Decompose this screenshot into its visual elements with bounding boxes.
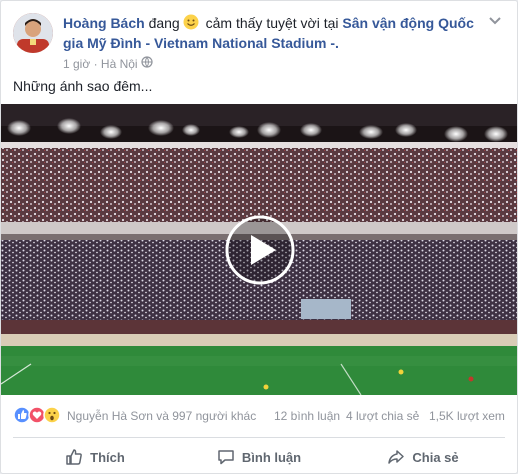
play-icon[interactable] (224, 214, 296, 286)
post-card: Hoàng Bách đang cảm thấy tuyệt vời tại S… (0, 0, 518, 474)
post-header: Hoàng Bách đang cảm thấy tuyệt vời tại S… (13, 11, 505, 72)
share-icon (388, 450, 405, 464)
post-actions: Thích Bình luận Chia sẻ (13, 441, 505, 473)
post-location[interactable]: Hà Nội (101, 57, 138, 71)
shares-count[interactable]: 4 lượt chia sẻ (346, 409, 419, 423)
reactors-text[interactable]: Nguyễn Hà Sơn và 997 người khác (67, 409, 256, 423)
meta-separator: · (93, 56, 98, 71)
views-count[interactable]: 1,5K lượt xem (429, 409, 505, 423)
like-button[interactable]: Thích (13, 441, 177, 473)
feeling-text: cảm thấy tuyệt vời tại (205, 15, 339, 31)
feeling-prefix: đang (148, 15, 180, 31)
author-name[interactable]: Hoàng Bách (63, 15, 145, 31)
comment-button[interactable]: Bình luận (177, 441, 341, 473)
post-time[interactable]: 1 giờ (63, 57, 90, 71)
globe-icon[interactable] (141, 56, 153, 71)
comment-icon (218, 450, 234, 465)
post-stats: Nguyễn Hà Sơn và 997 người khác 12 bình … (13, 403, 505, 429)
wow-icon (43, 406, 61, 424)
like-icon (13, 406, 31, 424)
share-button[interactable]: Chia sẻ (341, 441, 505, 473)
smile-emoji-icon (183, 14, 199, 30)
actions-divider (13, 437, 505, 438)
chevron-down-icon[interactable] (485, 13, 505, 29)
checkin-place-suffix: -. (330, 35, 339, 51)
post-headline: Hoàng Bách đang cảm thấy tuyệt vời tại S… (63, 13, 483, 53)
thumbs-up-icon (66, 449, 83, 465)
post-meta: 1 giờ · Hà Nội (63, 55, 153, 72)
post-text: Những ánh sao đêm... (13, 78, 153, 94)
love-icon (28, 406, 46, 424)
author-avatar[interactable] (13, 13, 53, 53)
share-label: Chia sẻ (412, 449, 459, 465)
comments-count[interactable]: 12 bình luận (274, 409, 340, 423)
reaction-icons[interactable] (13, 406, 63, 424)
like-label: Thích (90, 449, 125, 465)
comment-label: Bình luận (241, 449, 302, 465)
